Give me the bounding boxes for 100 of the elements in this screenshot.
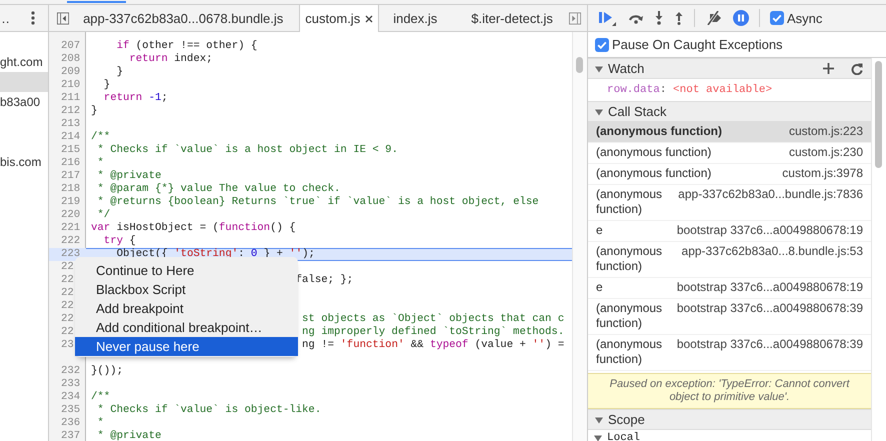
file-tab[interactable]: $.iter-detect.js bbox=[467, 5, 559, 31]
line-number: 22 bbox=[61, 274, 74, 286]
code-line: } bbox=[91, 105, 98, 118]
code-line: st objects as `Object` objects that can c bbox=[302, 313, 564, 326]
function-name: (anonymous function) bbox=[596, 244, 664, 274]
section-title: Scope bbox=[608, 412, 645, 427]
line-number: 218 bbox=[61, 183, 80, 195]
exception-message: Paused on exception: 'TypeError: Cannot convert object to primitive value'. bbox=[588, 373, 871, 409]
function-name: e bbox=[596, 223, 603, 238]
code-line: } bbox=[116, 66, 123, 79]
call-frame[interactable]: (anonymous function) custom.js:3978 bbox=[588, 164, 871, 185]
code-line: ng improperly defined `toString` methods. bbox=[302, 326, 564, 339]
active-tab-indicator bbox=[67, 1, 126, 3]
file-item[interactable]: ght.com bbox=[0, 52, 48, 72]
function-name: (anonymous function) bbox=[596, 301, 664, 331]
menu-item[interactable]: Blackbox Script bbox=[75, 280, 298, 299]
code-line: */ bbox=[97, 209, 110, 222]
file-tab[interactable]: index.js bbox=[389, 5, 444, 31]
overflow-text: … bbox=[0, 10, 10, 26]
line-number: 22 bbox=[61, 300, 74, 312]
menu-item[interactable]: Add breakpoint bbox=[75, 299, 298, 318]
checkbox[interactable] bbox=[595, 38, 609, 52]
debugger-toggle-icon[interactable] bbox=[568, 10, 581, 26]
checkbox-label[interactable]: Async bbox=[787, 10, 822, 26]
line-number: 217 bbox=[61, 170, 80, 182]
code-line: ng != 'function' && typeof (value + '') = bbox=[302, 339, 564, 352]
code-line: * bbox=[97, 157, 104, 170]
expand-triangle-icon[interactable] bbox=[595, 108, 603, 116]
line-number: 209 bbox=[61, 66, 80, 78]
code-line: } bbox=[104, 79, 110, 92]
function-name: (anonymous function) bbox=[596, 145, 712, 160]
line-number: 22 bbox=[61, 326, 74, 338]
call-frame[interactable]: e bootstrap 337c6...a0049880678:19 bbox=[588, 278, 871, 299]
code-line: * @returns {boolean} Returns `true` if `value` is a host object, else bbox=[97, 196, 539, 209]
scope-label[interactable]: Local bbox=[607, 432, 640, 441]
line-number: 216 bbox=[61, 157, 80, 169]
code-line: * @private bbox=[97, 170, 162, 183]
more-icon[interactable] bbox=[31, 11, 35, 25]
refresh-icon[interactable] bbox=[851, 62, 863, 74]
call-frame[interactable]: (anonymous function) custom.js:223 bbox=[588, 122, 871, 143]
line-number: 219 bbox=[61, 196, 80, 208]
section-header[interactable]: Watch bbox=[588, 58, 871, 79]
line-number: 22 bbox=[61, 313, 74, 325]
section-header[interactable]: Scope bbox=[588, 409, 871, 430]
code-line: * @private bbox=[97, 430, 162, 441]
step-into-icon[interactable] bbox=[654, 11, 664, 25]
function-name: e bbox=[596, 280, 603, 295]
line-number: 235 bbox=[61, 404, 80, 416]
expand-triangle-icon[interactable] bbox=[594, 434, 602, 441]
code-line: if (other !== other) { bbox=[116, 40, 258, 53]
watch-expression[interactable]: row.data: <not available> bbox=[607, 84, 772, 96]
close-icon[interactable] bbox=[365, 14, 374, 22]
code-line: var isHostObject = (function() { bbox=[91, 222, 296, 235]
menu-item[interactable]: Add conditional breakpoint… bbox=[75, 318, 298, 337]
navigator-toggle-icon[interactable] bbox=[57, 10, 70, 26]
code-line: return -1; bbox=[104, 92, 168, 105]
line-number: 237 bbox=[61, 430, 80, 441]
expand-triangle-icon[interactable] bbox=[595, 416, 603, 424]
source-location: bootstrap 337c6...a0049880678:39 bbox=[676, 301, 863, 317]
menu-item[interactable]: Continue to Here bbox=[75, 261, 298, 280]
line-number: 233 bbox=[61, 378, 80, 390]
line-number: 213 bbox=[61, 118, 80, 130]
resume-icon[interactable] bbox=[598, 10, 618, 26]
scrollbar-thumb[interactable] bbox=[576, 57, 583, 73]
code-line: * Checks if `value` is object-like. bbox=[97, 404, 322, 417]
code-line: /** bbox=[91, 391, 110, 404]
step-out-icon[interactable] bbox=[674, 11, 684, 25]
function-name: (anonymous function) bbox=[596, 166, 712, 181]
scrollbar-thumb[interactable] bbox=[875, 61, 882, 168]
code-line: /** bbox=[91, 131, 110, 144]
source-location: app-337c62b83a0...8.bundle.js:53 bbox=[682, 244, 863, 260]
source-location: app-337c62b83a0...bundle.js:7836 bbox=[678, 187, 863, 203]
line-number: 210 bbox=[61, 79, 80, 91]
file-item[interactable]: b83a00 bbox=[0, 92, 48, 112]
line-number: 223 bbox=[61, 248, 80, 260]
function-name: (anonymous function) bbox=[596, 337, 664, 367]
source-location: custom.js:230 bbox=[788, 145, 863, 160]
deactivate-breakpoints-icon[interactable] bbox=[705, 11, 723, 25]
file-tab[interactable]: custom.js bbox=[299, 5, 380, 32]
file-tab[interactable]: app-337c62b83a0...0678.bundle.js bbox=[79, 5, 290, 31]
code-line: * bbox=[97, 417, 104, 430]
menu-item[interactable]: Never pause here bbox=[75, 337, 298, 356]
line-number: 212 bbox=[61, 105, 80, 117]
checkbox-label[interactable]: Pause On Caught Exceptions bbox=[612, 37, 783, 52]
code-line: return index; bbox=[129, 53, 213, 66]
checkbox[interactable] bbox=[770, 11, 784, 25]
call-frame[interactable]: (anonymous function) custom.js:230 bbox=[588, 143, 871, 164]
code-line: * Checks if `value` is a host object in IE < 9. bbox=[97, 144, 398, 157]
line-number: 215 bbox=[61, 144, 80, 156]
line-number: 214 bbox=[61, 131, 80, 143]
source-location: bootstrap 337c6...a0049880678:19 bbox=[676, 223, 863, 238]
expand-triangle-icon[interactable] bbox=[595, 64, 603, 72]
line-number: 23 bbox=[61, 339, 74, 351]
line-number: 221 bbox=[61, 222, 80, 234]
call-frame[interactable]: e bootstrap 337c6...a0049880678:19 bbox=[588, 221, 871, 242]
pause-on-exceptions-icon[interactable] bbox=[733, 10, 749, 26]
add-icon[interactable] bbox=[823, 63, 834, 74]
section-header[interactable]: Call Stack bbox=[588, 101, 871, 122]
file-item[interactable]: bis.com bbox=[0, 152, 48, 172]
line-number: 207 bbox=[61, 40, 80, 52]
